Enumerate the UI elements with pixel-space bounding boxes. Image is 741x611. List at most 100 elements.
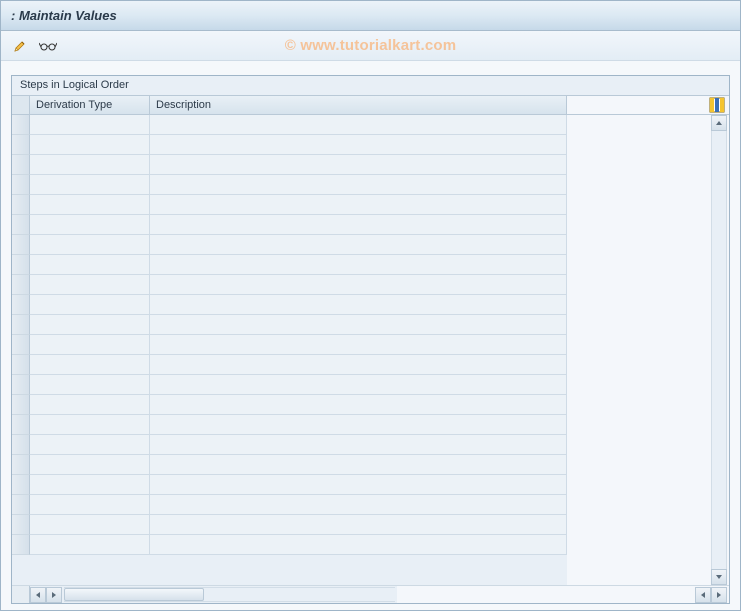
column-header-derivation[interactable]: Derivation Type xyxy=(30,96,150,114)
cell-derivation[interactable] xyxy=(30,375,150,395)
cell-derivation[interactable] xyxy=(30,355,150,375)
caret-up-icon xyxy=(715,119,723,127)
table-settings-button[interactable] xyxy=(709,97,725,113)
row-selector-header[interactable] xyxy=(12,96,30,114)
cell-description[interactable] xyxy=(150,315,567,335)
cell-description[interactable] xyxy=(150,215,567,235)
toolbar: © www.tutorialkart.com xyxy=(1,31,740,61)
row-selector[interactable] xyxy=(12,455,30,475)
cell-derivation[interactable] xyxy=(30,335,150,355)
content-area: Steps in Logical Order Derivation Type D… xyxy=(1,61,740,610)
cell-derivation[interactable] xyxy=(30,535,150,555)
cell-derivation[interactable] xyxy=(30,395,150,415)
table-row xyxy=(12,495,567,515)
row-selector[interactable] xyxy=(12,435,30,455)
row-selector[interactable] xyxy=(12,395,30,415)
cell-description[interactable] xyxy=(150,295,567,315)
horizontal-scroll-thumb[interactable] xyxy=(64,588,204,601)
row-selector[interactable] xyxy=(12,115,30,135)
row-selector[interactable] xyxy=(12,295,30,315)
table-row xyxy=(12,355,567,375)
table-row xyxy=(12,475,567,495)
cell-derivation[interactable] xyxy=(30,295,150,315)
edit-button[interactable] xyxy=(9,35,31,57)
row-selector[interactable] xyxy=(12,175,30,195)
row-selector[interactable] xyxy=(12,335,30,355)
cell-description[interactable] xyxy=(150,115,567,135)
row-selector[interactable] xyxy=(12,535,30,555)
scroll-right-button-2[interactable] xyxy=(711,587,727,603)
cell-description[interactable] xyxy=(150,235,567,255)
row-selector[interactable] xyxy=(12,475,30,495)
cell-derivation[interactable] xyxy=(30,455,150,475)
cell-description[interactable] xyxy=(150,135,567,155)
cell-description[interactable] xyxy=(150,475,567,495)
horizontal-scroll-track[interactable] xyxy=(64,587,395,602)
cell-derivation[interactable] xyxy=(30,515,150,535)
cell-derivation[interactable] xyxy=(30,235,150,255)
cell-derivation[interactable] xyxy=(30,275,150,295)
row-selector[interactable] xyxy=(12,135,30,155)
cell-derivation[interactable] xyxy=(30,215,150,235)
caret-down-icon xyxy=(715,573,723,581)
row-selector[interactable] xyxy=(12,255,30,275)
cell-derivation[interactable] xyxy=(30,135,150,155)
row-selector[interactable] xyxy=(12,195,30,215)
row-selector[interactable] xyxy=(12,375,30,395)
scroll-up-button[interactable] xyxy=(711,115,727,131)
row-selector[interactable] xyxy=(12,515,30,535)
scroll-down-button[interactable] xyxy=(711,569,727,585)
cell-description[interactable] xyxy=(150,355,567,375)
cell-description[interactable] xyxy=(150,455,567,475)
scroll-right-button[interactable] xyxy=(46,587,62,603)
cell-derivation[interactable] xyxy=(30,195,150,215)
cell-derivation[interactable] xyxy=(30,495,150,515)
table-row xyxy=(12,395,567,415)
scroll-left-button[interactable] xyxy=(30,587,46,603)
cell-description[interactable] xyxy=(150,375,567,395)
cell-derivation[interactable] xyxy=(30,475,150,495)
cell-description[interactable] xyxy=(150,415,567,435)
table-row xyxy=(12,515,567,535)
row-selector[interactable] xyxy=(12,315,30,335)
vertical-scroll-track[interactable] xyxy=(711,131,727,569)
table-row xyxy=(12,415,567,435)
cell-description[interactable] xyxy=(150,195,567,215)
cell-description[interactable] xyxy=(150,535,567,555)
cell-derivation[interactable] xyxy=(30,175,150,195)
table-row xyxy=(12,235,567,255)
cell-derivation[interactable] xyxy=(30,415,150,435)
cell-derivation[interactable] xyxy=(30,255,150,275)
cell-description[interactable] xyxy=(150,175,567,195)
row-selector[interactable] xyxy=(12,155,30,175)
cell-description[interactable] xyxy=(150,155,567,175)
table-row xyxy=(12,195,567,215)
display-button[interactable] xyxy=(37,35,59,57)
cell-derivation[interactable] xyxy=(30,435,150,455)
table-row xyxy=(12,275,567,295)
cell-description[interactable] xyxy=(150,275,567,295)
cell-description[interactable] xyxy=(150,395,567,415)
table-row xyxy=(12,215,567,235)
caret-left-icon xyxy=(34,591,42,599)
cell-derivation[interactable] xyxy=(30,115,150,135)
cell-description[interactable] xyxy=(150,435,567,455)
hscroll-right-gutter xyxy=(397,586,730,603)
cell-description[interactable] xyxy=(150,495,567,515)
row-selector[interactable] xyxy=(12,355,30,375)
row-selector[interactable] xyxy=(12,275,30,295)
cell-description[interactable] xyxy=(150,515,567,535)
cell-description[interactable] xyxy=(150,335,567,355)
column-header-description[interactable]: Description xyxy=(150,96,567,114)
vertical-scrollbar[interactable] xyxy=(711,115,727,585)
table-row xyxy=(12,435,567,455)
cell-description[interactable] xyxy=(150,255,567,275)
row-selector[interactable] xyxy=(12,495,30,515)
row-selector[interactable] xyxy=(12,215,30,235)
row-selector[interactable] xyxy=(12,415,30,435)
cell-derivation[interactable] xyxy=(30,155,150,175)
row-selector[interactable] xyxy=(12,235,30,255)
caret-right-icon xyxy=(715,591,723,599)
cell-derivation[interactable] xyxy=(30,315,150,335)
scroll-left-button-2[interactable] xyxy=(695,587,711,603)
